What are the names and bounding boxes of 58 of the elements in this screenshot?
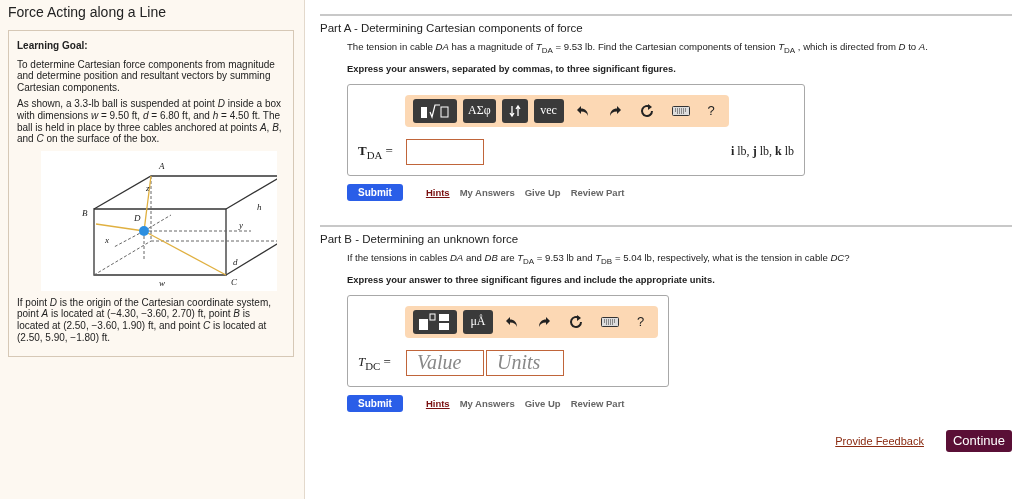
fraction-template-icon: [418, 312, 452, 331]
answer-field[interactable]: Value: [406, 349, 484, 376]
action-link[interactable]: Give Up: [524, 186, 561, 198]
action-link[interactable]: My Answers: [459, 186, 515, 198]
keyboard-icon: [671, 105, 690, 116]
question-text: The tension in cable DA has a magnitude of T$_{DA}$ = 9.53 lb. Find the Cartesian components of tension T$_{DA}$ , which is directed from D to A.: [347, 41, 929, 55]
redo-icon: [607, 104, 622, 117]
symbol-button[interactable]: vec: [533, 98, 564, 123]
submit-button[interactable]: Submit: [347, 183, 403, 201]
action-link[interactable]: Review Part: [570, 397, 625, 409]
units-text: i lb, j lb, k lb: [730, 144, 794, 160]
answer-field[interactable]: Units: [486, 349, 564, 376]
symbol-button[interactable]: μÅ: [463, 309, 493, 334]
sort-button[interactable]: [501, 98, 528, 123]
action-link[interactable]: Give Up: [524, 397, 561, 409]
reset-icon: [639, 103, 654, 118]
undo-icon: [505, 315, 519, 328]
reset-icon: [569, 314, 583, 329]
help-button[interactable]: ?: [631, 309, 651, 334]
sort-arrows-icon: [507, 103, 522, 118]
instruction-text: Express your answer to three significant figures and include the appropriate units.: [347, 273, 716, 285]
problem-text: As shown, a 3.3-lb ball is suspended at point D inside a box with dimensions w = 9.50 ft, d = 6.80 ft, and h = 4.50 ft. The ball is held in place by three cables anchored at points A, B, and C on the surface of the box.: [17, 98, 283, 145]
redo-icon: [537, 315, 551, 328]
question-text: If the tensions in cables DA and DB are T$_{DA}$ = 9.53 lb and T$_{DB}$ = 5.04 lb, respectively, what is the tension in cable DC?: [347, 251, 851, 266]
problem-text: To determine Cartesian force components from magnitude and determine position and resultant vectors by summing Cartesian components.: [17, 58, 276, 94]
diagram-label: C: [231, 276, 237, 287]
diagram-label: A: [159, 160, 165, 171]
action-link[interactable]: Hints: [425, 397, 450, 409]
submit-button[interactable]: Submit: [347, 394, 403, 412]
part-title: Part B - Determining an unknown force: [320, 232, 520, 245]
problem-title: Force Acting along a Line: [8, 4, 167, 20]
diagram-label: x: [105, 234, 109, 245]
undo-icon: [575, 104, 590, 117]
help-button[interactable]: ?: [701, 98, 721, 123]
diagram-label: z: [146, 182, 150, 193]
feedback-link[interactable]: Provide Feedback: [835, 434, 924, 447]
diagram-label: h: [257, 201, 262, 212]
keyboard-icon: [601, 316, 619, 327]
templates-button[interactable]: [413, 309, 457, 334]
templates-button[interactable]: [413, 98, 457, 123]
answer-field[interactable]: [406, 138, 484, 165]
diagram-label: y: [239, 219, 243, 230]
learning-goal-heading: Learning Goal:: [17, 40, 89, 52]
templates-icon: [420, 102, 450, 119]
action-link[interactable]: Hints: [425, 186, 450, 198]
part-title: Part A - Determining Cartesian components of force: [320, 22, 584, 34]
action-link[interactable]: My Answers: [459, 397, 515, 409]
action-link[interactable]: Review Part: [570, 186, 625, 198]
diagram-label: d: [233, 256, 238, 267]
diagram-label: D: [134, 212, 141, 223]
problem-text: If point D is the origin of the Cartesian coordinate system, point A is located at (−4.30, −3.60, 2.70) ft, point B is located at (2.50, −3.60, 1.90) ft, and point C is located at (2.50, 5.90, −1.80) ft.: [17, 296, 273, 344]
answer-label: T$_{DA}$ =: [358, 143, 394, 161]
continue-button[interactable]: Continue: [945, 429, 1012, 452]
diagram-label: B: [82, 207, 88, 218]
instruction-text: Express your answers, separated by commas, to three significant figures.: [347, 62, 677, 74]
symbol-button[interactable]: ΑΣφ: [463, 98, 496, 123]
answer-label: T$_{DC}$ =: [358, 354, 392, 372]
diagram-label: w: [159, 277, 165, 288]
